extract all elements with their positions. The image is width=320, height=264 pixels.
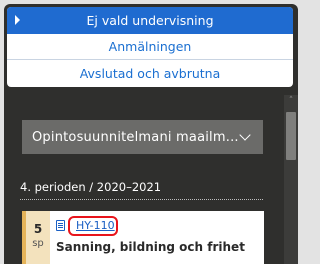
credits-value: 5 [33,222,43,236]
scroll-up-arrow-icon[interactable]: ˄ [286,97,296,106]
option-label: Anmälningen [108,39,192,54]
scrollbar-thumb[interactable] [286,112,296,160]
option-label: Avslutad och avbrutna [79,66,221,81]
chevron-down-icon [239,129,251,141]
study-plan-dropdown[interactable]: Opintosuunnitelmani maailm... [22,120,263,154]
course-card[interactable]: 5 sp HY-110 Sanning, bildning och frihet [22,211,264,264]
course-title: Sanning, bildning och frihet [56,240,245,254]
document-icon [56,220,65,231]
option-registrations[interactable]: Anmälningen [7,34,293,60]
study-plan-dropdown-value: Opintosuunnitelmani maailm... [32,129,239,145]
option-label: Ej vald undervisning [86,13,214,28]
page-background: Ej vald undervisning Anmälningen Avsluta… [0,0,300,264]
caret-right-icon [15,15,20,25]
credits-badge: 5 sp [26,211,50,264]
option-not-selected-teaching[interactable]: Ej vald undervisning [7,7,293,34]
teaching-options-menu: Ej vald undervisning Anmälningen Avsluta… [7,7,293,87]
credits-unit: sp [32,238,44,249]
period-heading: 4. perioden / 2020–2021 [20,180,162,194]
course-code-link[interactable]: HY-110 [76,219,115,232]
dotted-divider [20,199,263,200]
option-completed-and-cancelled[interactable]: Avslutad och avbrutna [7,60,293,87]
